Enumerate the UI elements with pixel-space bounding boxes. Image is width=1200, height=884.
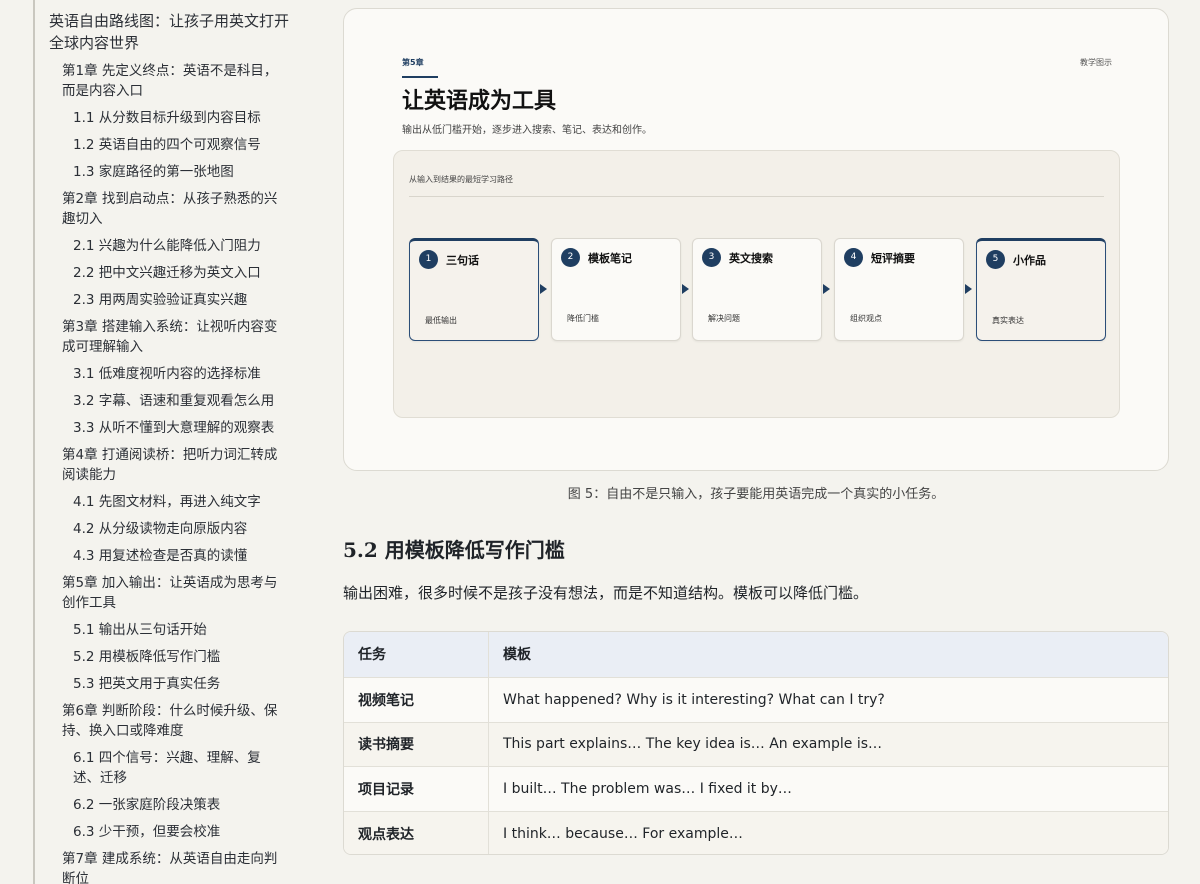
- toc-sec-item[interactable]: 4.3 用复述检查是否真的读懂: [73, 546, 283, 566]
- toc-chap-item[interactable]: 第2章 找到启动点：从孩子熟悉的兴趣切入: [62, 189, 284, 229]
- toc-sec-item[interactable]: 2.2 把中文兴趣迁移为英文入口: [73, 263, 283, 283]
- figure-path-panel: 从输入到结果的最短学习路径 1 三句话最低输出 2 模板笔记降低门槛 3 英文搜索解决问题…: [393, 150, 1120, 418]
- step-number-badge: 1: [419, 250, 438, 269]
- step-number-badge: 5: [986, 250, 1005, 269]
- step-title: 小作品: [1013, 254, 1046, 267]
- step-description: 降低门槛: [567, 314, 599, 323]
- toc-sec-item[interactable]: 3.3 从听不懂到大意理解的观察表: [73, 418, 283, 438]
- step-number-badge: 2: [561, 248, 580, 267]
- step-number-badge: 3: [702, 248, 721, 267]
- table-row: 项目记录 I built… The problem was… I fixed i…: [344, 766, 1168, 812]
- arrow-right-icon: [540, 284, 547, 294]
- step-title: 模板笔记: [588, 252, 632, 265]
- section-heading: 5.2 用模板降低写作门槛: [343, 538, 565, 562]
- toc-chap-item[interactable]: 第7章 建成系统：从英语自由走向判断位: [62, 849, 284, 884]
- path-step-card: 4 短评摘要组织观点: [834, 238, 964, 341]
- toc-sec-item[interactable]: 6.1 四个信号：兴趣、理解、复述、迁移: [73, 748, 283, 788]
- step-number-badge: 4: [844, 248, 863, 267]
- section-paragraph: 输出困难，很多时候不是孩子没有想法，而是不知道结构。模板可以降低门槛。: [343, 584, 869, 602]
- toc-chap-item[interactable]: 第1章 先定义终点：英语不是科目，而是内容入口: [62, 61, 284, 101]
- table-cell-task: 观点表达: [344, 812, 489, 854]
- toc-chap-item[interactable]: 第5章 加入输出：让英语成为思考与创作工具: [62, 573, 284, 613]
- toc-sec-item[interactable]: 2.3 用两周实验验证真实兴趣: [73, 290, 283, 310]
- table-cell-task: 读书摘要: [344, 722, 489, 767]
- figure-subtitle: 输出从低门槛开始，逐步进入搜索、笔记、表达和创作。: [402, 125, 652, 136]
- table-cell-task: 项目记录: [344, 767, 489, 812]
- sidebar-toc: 英语自由路线图：让孩子用英文打开全球内容世界第1章 先定义终点：英语不是科目，而…: [0, 0, 300, 884]
- toc-sec-item[interactable]: 4.2 从分级读物走向原版内容: [73, 519, 283, 539]
- step-title: 三句话: [446, 254, 479, 267]
- step-description: 解决问题: [708, 314, 740, 323]
- toc-sec-item[interactable]: 1.3 家庭路径的第一张地图: [73, 162, 283, 182]
- toc-sec-item[interactable]: 5.1 输出从三句话开始: [73, 620, 283, 640]
- figure-chapter-underline: [402, 76, 438, 78]
- sidebar-rail: [33, 0, 35, 884]
- table-row: 观点表达 I think… because… For example…: [344, 811, 1168, 854]
- panel-label: 从输入到结果的最短学习路径: [409, 175, 513, 184]
- path-step-card: 1 三句话最低输出: [409, 238, 539, 341]
- figure-title: 让英语成为工具: [402, 89, 557, 114]
- toc-sec-item[interactable]: 6.2 一张家庭阶段决策表: [73, 795, 283, 815]
- table-header-row: 任务 模板: [344, 632, 1168, 677]
- path-step-card: 3 英文搜索解决问题: [692, 238, 822, 341]
- figure-caption: 图 5：自由不是只输入，孩子要能用英语完成一个真实的小任务。: [567, 487, 945, 502]
- table-header-template: 模板: [503, 647, 531, 664]
- toc-sec-item[interactable]: 3.1 低难度视听内容的选择标准: [73, 364, 283, 384]
- toc-book-item[interactable]: 英语自由路线图：让孩子用英文打开全球内容世界: [49, 10, 289, 54]
- toc-list: 英语自由路线图：让孩子用英文打开全球内容世界第1章 先定义终点：英语不是科目，而…: [49, 10, 289, 884]
- table-cell-template: What happened? Why is it interesting? Wh…: [503, 691, 885, 708]
- arrow-right-icon: [965, 284, 972, 294]
- arrow-right-icon: [682, 284, 689, 294]
- step-description: 组织观点: [850, 314, 882, 323]
- step-title: 英文搜索: [729, 252, 773, 265]
- toc-chap-item[interactable]: 第6章 判断阶段：什么时候升级、保持、换入口或降难度: [62, 701, 284, 741]
- toc-chap-item[interactable]: 第3章 搭建输入系统：让视听内容变成可理解输入: [62, 317, 284, 357]
- table-cell-template: I think… because… For example…: [503, 826, 743, 843]
- toc-sec-item[interactable]: 6.3 少干预，但要会校准: [73, 822, 283, 842]
- template-table: 任务 模板 视频笔记 What happened? Why is it inte…: [343, 631, 1169, 855]
- panel-divider: [409, 196, 1104, 197]
- step-title: 短评摘要: [871, 252, 915, 265]
- figure-tag: 教学图示: [1080, 58, 1112, 67]
- toc-sec-item[interactable]: 1.2 英语自由的四个可观察信号: [73, 135, 283, 155]
- path-step-card: 2 模板笔记降低门槛: [551, 238, 681, 341]
- table-header-task: 任务: [344, 632, 489, 677]
- table-cell-template: I built… The problem was… I fixed it by…: [503, 781, 792, 798]
- table-cell-template: This part explains… The key idea is… An …: [503, 736, 883, 753]
- arrow-right-icon: [823, 284, 830, 294]
- toc-sec-item[interactable]: 5.3 把英文用于真实任务: [73, 674, 283, 694]
- figure-card: 第5章 教学图示 让英语成为工具 输出从低门槛开始，逐步进入搜索、笔记、表达和创…: [343, 8, 1169, 471]
- figure-chapter-label: 第5章: [402, 58, 424, 67]
- step-description: 最低输出: [425, 316, 457, 325]
- toc-sec-item[interactable]: 1.1 从分数目标升级到内容目标: [73, 108, 283, 128]
- path-step-card: 5 小作品真实表达: [976, 238, 1106, 341]
- toc-sec-item[interactable]: 2.1 兴趣为什么能降低入门阻力: [73, 236, 283, 256]
- toc-sec-item[interactable]: 5.2 用模板降低写作门槛: [73, 647, 283, 667]
- table-row: 视频笔记 What happened? Why is it interestin…: [344, 676, 1168, 722]
- table-cell-task: 视频笔记: [344, 677, 489, 722]
- step-description: 真实表达: [992, 316, 1024, 325]
- toc-sec-item[interactable]: 4.1 先图文材料，再进入纯文字: [73, 492, 283, 512]
- toc-chap-item[interactable]: 第4章 打通阅读桥：把听力词汇转成阅读能力: [62, 445, 284, 485]
- toc-sec-item[interactable]: 3.2 字幕、语速和重复观看怎么用: [73, 391, 283, 411]
- table-row: 读书摘要 This part explains… The key idea is…: [344, 721, 1168, 767]
